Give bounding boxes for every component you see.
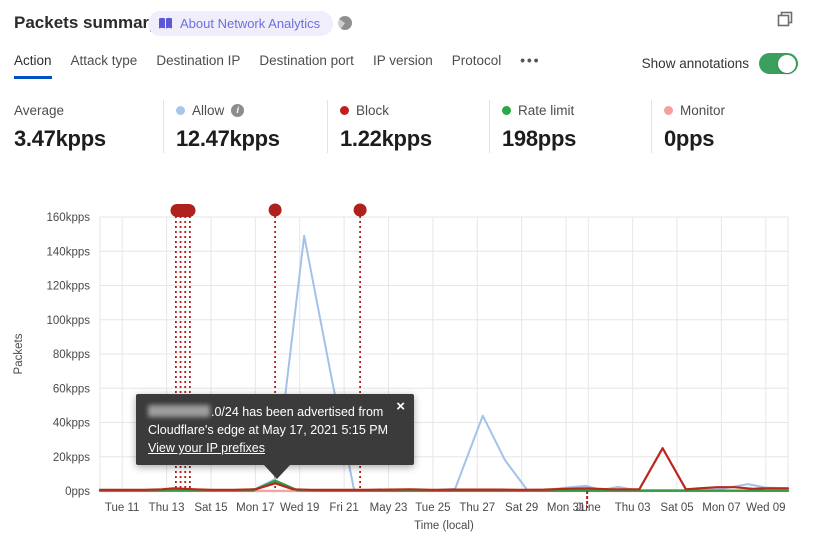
tooltip-line-1: .0/24 has been advertised from <box>211 405 384 419</box>
stat-average: Average 3.47kpps <box>14 101 164 152</box>
tab-action[interactable]: Action <box>14 53 52 79</box>
divider <box>163 100 164 153</box>
stat-rate-limit-label: Rate limit <box>518 102 575 118</box>
y-tick-label: 20kpps <box>53 452 90 464</box>
divider <box>651 100 652 153</box>
stat-rate-limit: Rate limit 198pps <box>502 101 652 152</box>
tab-destination-ip[interactable]: Destination IP <box>156 53 240 79</box>
tooltip-line-2: Cloudflare's edge at May 17, 2021 5:15 P… <box>148 423 389 437</box>
toggle-knob <box>778 54 796 73</box>
x-tick-label: Sat 29 <box>505 502 538 514</box>
stat-monitor-value: 0pps <box>664 126 715 151</box>
show-annotations-label: Show annotations <box>641 56 749 71</box>
annotation-markers[interactable] <box>170 203 367 218</box>
about-network-analytics-link[interactable]: About Network Analytics <box>148 11 334 36</box>
stat-allow-label: Allow <box>192 102 225 118</box>
x-tick-label: Wed 19 <box>280 502 319 514</box>
x-axis-title: Time (local) <box>414 520 474 532</box>
y-tick-label: 80kpps <box>53 349 90 361</box>
annotation-dot <box>353 203 367 217</box>
stat-average-label: Average <box>14 102 65 118</box>
divider <box>327 100 328 153</box>
show-annotations-control: Show annotations <box>642 53 798 74</box>
stat-rate-limit-value: 198pps <box>502 126 577 151</box>
y-tick-label: 100kpps <box>47 315 91 327</box>
y-tick-label: 140kpps <box>47 246 91 258</box>
allow-legend-dot <box>176 105 185 115</box>
y-tick-label: 40kpps <box>53 418 90 430</box>
stat-block-label: Block <box>356 102 390 118</box>
tooltip-close-icon[interactable]: × <box>396 398 405 416</box>
stat-monitor: Monitor 0pps <box>664 101 814 152</box>
pie-chart-icon[interactable] <box>338 16 352 30</box>
annotation-cluster-dot <box>170 204 196 217</box>
stat-allow: Allow i 12.47kpps <box>176 101 326 152</box>
x-tick-label: Fri 21 <box>329 502 358 514</box>
packets-time-series-chart[interactable]: 0pps 20kpps 40kpps 60kpps 80kpps 100kpps 120kp… <box>0 190 816 545</box>
x-tick-label: Sat 15 <box>194 502 227 514</box>
tab-ip-version[interactable]: IP version <box>373 53 433 79</box>
y-tick-label: 160kpps <box>47 212 91 224</box>
page-title: Packets summary <box>14 13 159 32</box>
about-link-label: About Network Analytics <box>180 16 321 31</box>
block-legend-dot <box>340 105 349 115</box>
stat-average-value: 3.47kpps <box>14 126 106 151</box>
x-tick-label: Tue 11 <box>105 502 140 514</box>
x-tick-label: Thu 13 <box>149 502 185 514</box>
stat-block-value: 1.22kpps <box>340 126 432 151</box>
y-tick-label: 0pps <box>65 486 90 498</box>
x-tick-label: Thu 03 <box>615 502 651 514</box>
x-tick-label: June <box>576 502 601 514</box>
y-tick-label: 60kpps <box>53 383 90 395</box>
annotation-tooltip: × .0/24 has been advertised from Cloudfl… <box>136 394 414 479</box>
x-tick-label: Mon 17 <box>236 502 274 514</box>
tab-protocol[interactable]: Protocol <box>452 53 502 79</box>
monitor-legend-dot <box>664 105 673 115</box>
annotation-dot <box>268 203 282 217</box>
y-tick-label: 120kpps <box>47 281 91 293</box>
x-tick-label: Tue 25 <box>415 502 450 514</box>
x-tick-label: Sat 05 <box>660 502 693 514</box>
stat-monitor-label: Monitor <box>680 102 726 118</box>
tab-destination-port[interactable]: Destination port <box>259 53 354 79</box>
book-icon <box>159 17 172 29</box>
tabs-more-button[interactable]: ••• <box>520 53 540 79</box>
info-icon[interactable]: i <box>231 103 245 117</box>
x-tick-label: Mon 07 <box>702 502 740 514</box>
y-axis-title: Packets <box>13 333 25 374</box>
tab-attack-type[interactable]: Attack type <box>71 53 138 79</box>
divider <box>489 100 490 153</box>
x-tick-label: Wed 09 <box>746 502 785 514</box>
tooltip-arrow <box>264 465 290 479</box>
view-ip-prefixes-link[interactable]: View your IP prefixes <box>148 441 265 455</box>
tab-bar: Action Attack type Destination IP Destin… <box>14 53 540 79</box>
rate-limit-legend-dot <box>502 105 511 115</box>
network-analytics-panel: Packets summary About Network Analytics … <box>0 0 816 545</box>
redacted-ip-prefix <box>148 405 210 417</box>
stat-block: Block 1.22kpps <box>340 101 490 152</box>
show-annotations-toggle[interactable] <box>759 53 798 74</box>
x-tick-label: Thu 27 <box>459 502 495 514</box>
x-tick-label: May 23 <box>370 502 408 514</box>
popout-window-icon[interactable] <box>776 10 794 28</box>
axis-labels: 0pps 20kpps 40kpps 60kpps 80kpps 100kpps 120kp… <box>13 212 786 532</box>
stat-allow-value: 12.47kpps <box>176 126 280 151</box>
